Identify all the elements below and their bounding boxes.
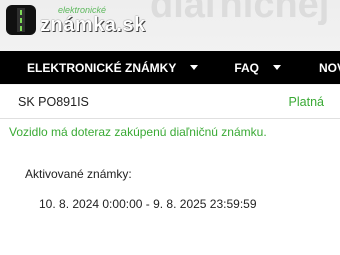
logo-main-text: známka.sk [40,13,146,36]
result-message: Vozidlo má doteraz zakúpenú diaľničnú zn… [9,125,267,139]
vignette-result-row: SK PO891IS Platná [0,85,340,119]
caret-down-icon [190,65,199,70]
caret-down-icon [273,65,282,70]
site-logo[interactable]: elektronické známka.sk [6,4,146,36]
status-badge: Platná [288,95,324,109]
nav-item-faq[interactable]: FAQ [198,60,282,75]
activated-vignettes-label: Aktivované známky: [25,167,132,181]
header: elektronické známka.sk [0,0,340,40]
nav-item-label: FAQ [234,60,260,75]
license-plate: SK PO891IS [18,95,89,109]
road-icon [6,5,36,35]
nav-item-label: NOVINKY [319,60,340,75]
nav-item-elektronicke-znamky[interactable]: ELEKTRONICKÉ ZNÁMKY [0,60,199,75]
nav-item-label: ELEKTRONICKÉ ZNÁMKY [27,60,177,75]
nav-item-novinky[interactable]: NOVINKY [281,61,340,75]
activated-vignette-range: 10. 8. 2024 0:00:00 - 9. 8. 2025 23:59:5… [39,197,257,211]
main-navbar: ELEKTRONICKÉ ZNÁMKY FAQ NOVINKY [0,51,340,84]
